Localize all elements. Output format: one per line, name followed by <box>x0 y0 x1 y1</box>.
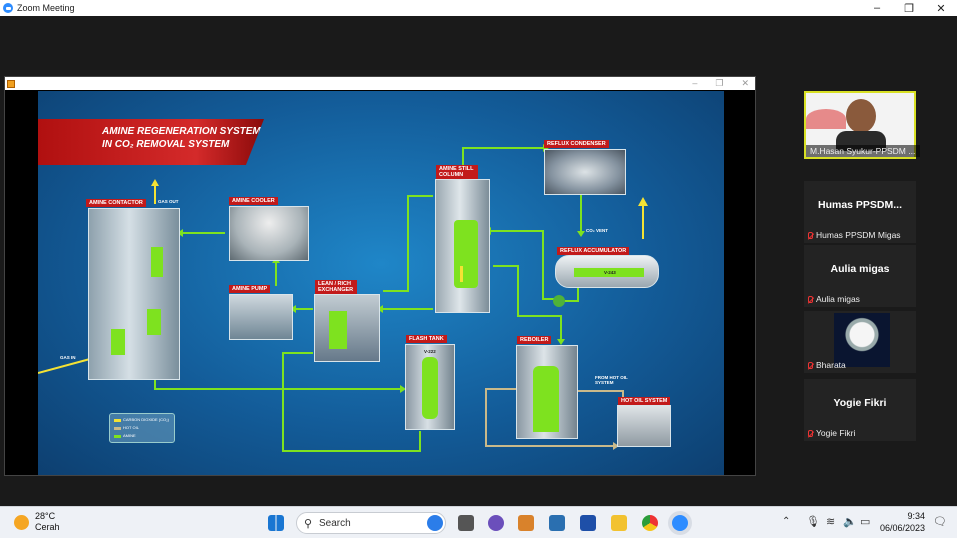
search-icon: ⚲ <box>304 518 313 530</box>
close-button[interactable]: ✕ <box>925 0 957 16</box>
clock[interactable]: 9:34 06/06/2023 <box>880 510 925 534</box>
reflux-accumulator-photo: V-243 <box>555 255 659 288</box>
clock-date: 06/06/2023 <box>880 523 926 533</box>
weather-widget[interactable]: 28°C Cerah <box>35 511 60 533</box>
participant-display-name: Aulia migas <box>830 263 890 275</box>
share-restore-button: ❐ <box>715 78 724 88</box>
participant-name: Humas PPSDM Migas <box>816 230 901 240</box>
participant-name: Bharata <box>816 360 846 370</box>
chrome-icon[interactable] <box>642 515 658 531</box>
participant-display-name: Humas PPSDM... <box>817 199 903 211</box>
zoom-logo-icon <box>3 3 13 13</box>
hot-oil-system-photo <box>617 405 671 447</box>
minimize-button[interactable]: – <box>861 0 893 16</box>
label-v222: V-222 <box>424 349 436 354</box>
participant-tile[interactable]: Aulia migas Aulia migas <box>804 245 916 307</box>
participant-name: Aulia migas <box>816 294 860 304</box>
slide: AMINE REGENERATION SYSTEM IN CO₂ REMOVAL… <box>38 91 724 475</box>
label-lean-rich-exchanger: LEAN / RICH EXCHANGER <box>315 280 357 294</box>
chevron-up-icon[interactable]: ⌃ <box>782 516 790 527</box>
speaker-icon[interactable]: 🔈 <box>843 515 857 528</box>
weather-temp: 28°C <box>35 511 56 521</box>
maximize-button[interactable]: ❐ <box>893 0 925 16</box>
taskbar-search-box[interactable]: ⚲ Search <box>296 512 446 534</box>
presentation-app-icon <box>7 79 15 88</box>
share-minimize-button: – <box>692 78 698 88</box>
start-button-icon[interactable] <box>268 515 284 531</box>
slide-legend: CARBON DIOXIDE (CO₂) HOT OIL AMINE <box>109 413 175 443</box>
amine-contactor-photo <box>88 208 180 380</box>
shared-screen: – ❐ ✕ AMINE REGENERATION SYSTEM IN CO₂ R… <box>4 76 756 476</box>
weather-desc: Cerah <box>35 522 60 532</box>
window-titlebar: Zoom Meeting – ❐ ✕ <box>0 0 957 16</box>
muted-mic-icon <box>808 429 813 437</box>
bing-icon <box>427 515 443 531</box>
participant-tile[interactable]: Yogie Fikri Yogie Fikri <box>804 379 916 441</box>
label-v243: V-243 <box>604 270 616 275</box>
legend-item-hot-oil: HOT OIL <box>114 424 170 432</box>
label-gas-in: GAS IN <box>60 355 76 360</box>
reboiler-photo <box>516 345 578 439</box>
legend-item-co2: CARBON DIOXIDE (CO₂) <box>114 416 170 424</box>
muted-mic-icon <box>808 231 813 239</box>
label-co2-vent: CO₂ VENT <box>586 228 609 233</box>
label-gas-out: GAS OUT <box>158 199 179 204</box>
presenter-face <box>846 99 876 133</box>
legend-co2-label: CARBON DIOXIDE (CO₂) <box>123 417 169 422</box>
shared-window-bar: – ❐ ✕ <box>5 77 755 90</box>
participant-display-name: Yogie Fikri <box>833 397 887 409</box>
astronaut-avatar <box>834 313 890 367</box>
notification-icon[interactable]: 🗨 <box>933 515 947 528</box>
flash-tank-photo: V-222 <box>405 344 455 430</box>
reflux-condenser-photo <box>544 149 626 195</box>
label-amine-still-column: AMINE STILL COLUMN <box>436 165 478 179</box>
clock-time: 9:34 <box>907 511 926 521</box>
share-close-button: ✕ <box>741 78 749 88</box>
label-reboiler: REBOILER <box>517 336 552 344</box>
search-placeholder: Search <box>319 517 351 529</box>
label-from-hot-oil: FROM HOT OIL SYSTEM <box>595 375 628 385</box>
label-amine-contactor: AMINE CONTACTOR <box>86 199 146 207</box>
label-reflux-accumulator: REFLUX ACCUMULATOR <box>557 247 630 255</box>
amine-cooler-photo <box>229 206 309 261</box>
legend-amine-label: AMINE <box>123 433 136 438</box>
task-view-icon[interactable] <box>458 515 474 531</box>
chat-icon[interactable] <box>488 515 504 531</box>
legend-item-amine: AMINE <box>114 432 170 440</box>
amine-pump-photo <box>229 294 293 340</box>
participant-gallery: M.Hasan Syukur-PPSDM ... Humas PPSDM... … <box>801 91 920 441</box>
label-hot-oil-system: HOT OIL SYSTEM <box>618 397 671 405</box>
lean-rich-exchanger-photo <box>314 294 380 362</box>
reflux-pump-icon <box>553 295 565 307</box>
label-reflux-condenser: REFLUX CONDENSER <box>544 140 609 148</box>
meeting-stage: – ❐ ✕ AMINE REGENERATION SYSTEM IN CO₂ R… <box>0 16 957 506</box>
legend-hot-oil-label: HOT OIL <box>123 425 139 430</box>
window-title: Zoom Meeting <box>17 3 75 13</box>
participant-tile[interactable]: Bharata <box>804 311 916 373</box>
media-player-icon[interactable] <box>518 515 534 531</box>
participant-name: M.Hasan Syukur-PPSDM ... <box>810 146 916 156</box>
muted-mic-icon <box>808 361 813 369</box>
participant-tile-video[interactable]: M.Hasan Syukur-PPSDM ... <box>804 91 920 159</box>
battery-icon[interactable]: ▭ <box>860 515 870 528</box>
file-explorer-icon[interactable] <box>611 515 627 531</box>
word-icon[interactable] <box>580 515 596 531</box>
microphone-icon[interactable]: 🎙 <box>806 515 820 528</box>
windows-taskbar: 28°C Cerah ⚲ Search ⌃ 🎙 ≋ 🔈 ▭ 9:34 06/06… <box>0 506 957 538</box>
participant-tile[interactable]: Humas PPSDM... Humas PPSDM Migas <box>804 181 916 243</box>
app-icon[interactable] <box>549 515 565 531</box>
label-amine-pump: AMINE PUMP <box>229 285 271 293</box>
muted-mic-icon <box>808 295 813 303</box>
weather-icon[interactable] <box>14 515 29 530</box>
amine-still-column-photo <box>435 179 490 313</box>
participant-name: Yogie Fikri <box>816 428 856 438</box>
label-flash-tank: FLASH TANK <box>406 335 447 343</box>
label-amine-cooler: AMINE COOLER <box>229 197 278 205</box>
wifi-icon[interactable]: ≋ <box>826 515 835 528</box>
zoom-taskbar-icon[interactable] <box>672 515 688 531</box>
